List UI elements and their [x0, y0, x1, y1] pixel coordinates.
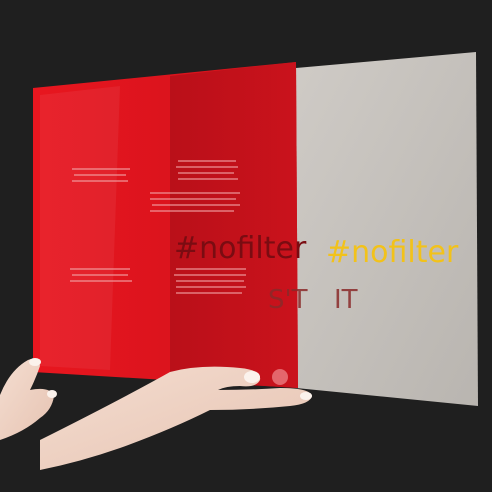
- clear-acrylic-panel: [296, 52, 478, 406]
- red-panel-overlap: [170, 62, 298, 388]
- hidden-text-left: S'T: [268, 285, 308, 315]
- panel-sheen: [40, 86, 120, 370]
- acrylic-sheets-illustration: #nofilter #nofilter S'T IT: [0, 0, 492, 492]
- product-photo: #nofilter #nofilter S'T IT: [0, 0, 492, 492]
- hidden-text-right: IT: [334, 285, 358, 315]
- panel-corner-dot: [272, 369, 288, 385]
- hashtag-red-panel: #nofilter: [174, 231, 307, 266]
- hashtag-clear-panel: #nofilter: [326, 235, 459, 270]
